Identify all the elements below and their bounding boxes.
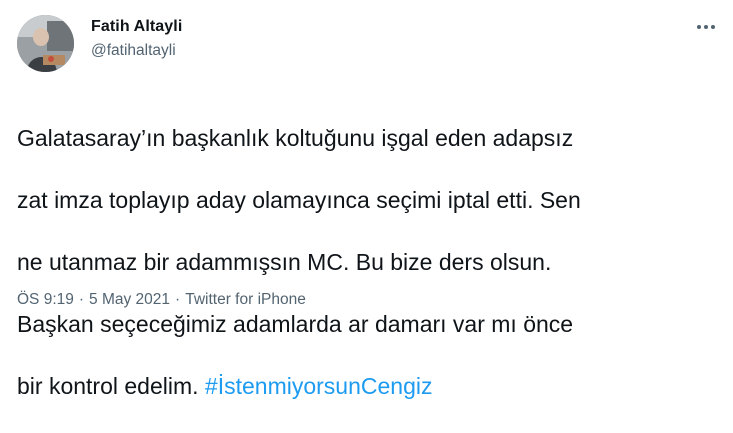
tweet-metadata: ÖS 9:19 · 5 May 2021 · Twitter for iPhone [17, 291, 306, 309]
tweet-text-line: Galatasaray’ın başkanlık koltuğunu işgal… [17, 125, 574, 151]
tweet-text-line: Başkan seçeceğimiz adamlarda ar damarı v… [17, 311, 574, 337]
tweet-text-line: bir kontrol edelim. [17, 373, 199, 399]
tweet-card: Fatih Altayli @fatihaltayli Galatasaray’… [0, 0, 733, 399]
tweet-text: Galatasaray’ın başkanlık koltuğunu işgal… [17, 92, 722, 433]
dot-icon [697, 25, 701, 29]
more-options-icon[interactable] [693, 17, 719, 37]
separator: · [175, 291, 181, 308]
tweet-source[interactable]: Twitter for iPhone [185, 291, 306, 308]
hashtag-link[interactable]: #İstenmiyorsunCengiz [205, 373, 433, 399]
author-name[interactable]: Fatih Altayli [91, 18, 182, 36]
dot-icon [704, 25, 708, 29]
profile-photo-icon [17, 15, 74, 72]
tweet-date[interactable]: 5 May 2021 [89, 291, 170, 308]
tweet-time[interactable]: ÖS 9:19 [17, 291, 74, 308]
tweet-text-last-line: bir kontrol edelim. #İstenmiyorsunCengiz [17, 371, 722, 402]
author-handle[interactable]: @fatihaltayli [91, 42, 176, 60]
tweet-text-line: ne utanmaz bir adammışsın MC. Bu bize de… [17, 249, 552, 275]
tweet-text-line: zat imza toplayıp aday olamayınca seçimi… [17, 187, 581, 213]
dot-icon [711, 25, 715, 29]
avatar[interactable] [17, 15, 74, 72]
separator: · [78, 291, 85, 308]
